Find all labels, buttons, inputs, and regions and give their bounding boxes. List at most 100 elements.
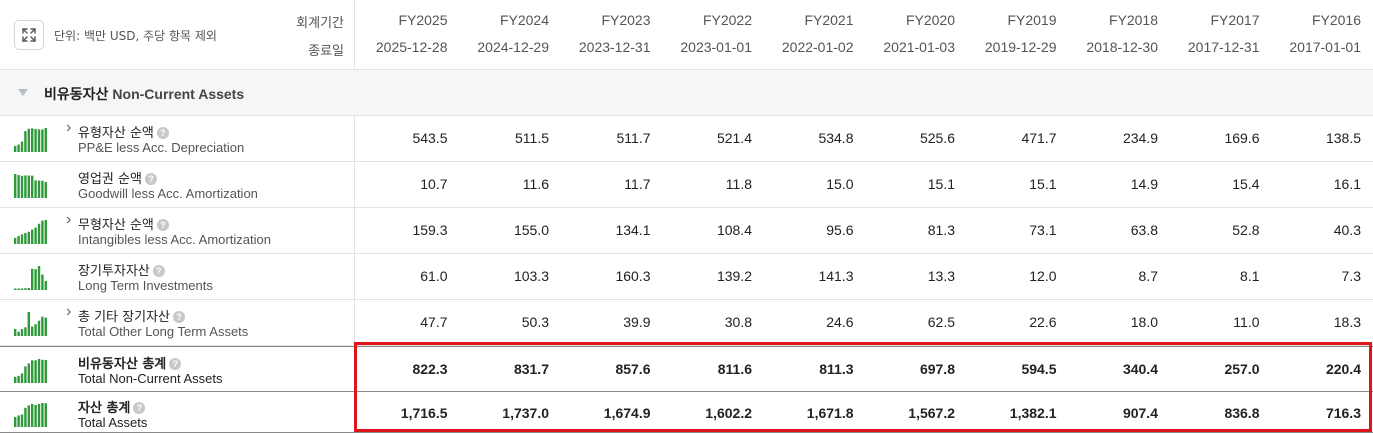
value-cell: 7.3 <box>1341 268 1361 284</box>
sparkline-bar <box>41 180 44 198</box>
row-label-cell: › 유형자산 순액? PP&E less Acc. Depreciation <box>0 116 355 161</box>
value-cell: 169.6 <box>1224 130 1260 146</box>
header-label-cell: 단위: 백만 USD, 주당 항목 제외 회계기간 종료일 <box>0 0 355 70</box>
value-cell: 13.3 <box>927 268 955 284</box>
end-date: 2023-01-01 <box>680 39 752 55</box>
header-column: FY2025 2025-12-28 <box>355 0 457 70</box>
value-cell: 521.4 <box>716 130 752 146</box>
question-circle-icon[interactable]: ? <box>173 311 185 323</box>
row-name-ko: 총 기타 장기자산? <box>78 306 185 325</box>
chevron-right-icon[interactable]: › <box>66 303 71 321</box>
sparkline-bar <box>24 288 27 290</box>
sparkline-bar <box>27 128 30 152</box>
chevron-right-icon[interactable]: › <box>66 119 71 137</box>
sparkline-bar <box>34 404 37 427</box>
value-cell: 47.7 <box>420 314 448 330</box>
question-circle-icon[interactable]: ? <box>144 173 157 185</box>
sparkline-bar <box>37 403 41 427</box>
table-row[interactable]: 영업권 순액? Goodwill less Acc. Amortization 10… <box>0 162 1373 208</box>
value-cell: 525.6 <box>919 130 955 146</box>
sparkline-bar <box>34 269 37 290</box>
question-circle-icon[interactable]: ? <box>156 219 169 231</box>
value-cell: 857.6 <box>615 361 651 377</box>
sparkline-bar <box>37 266 41 290</box>
value-cell: 11.0 <box>1233 314 1260 330</box>
end-date: 2019-12-29 <box>984 39 1057 55</box>
question-circle-icon[interactable]: ? <box>169 358 182 370</box>
end-date: 2018-12-30 <box>1086 39 1158 55</box>
row-label-cell: 자산 총계? Total Assets <box>0 392 355 432</box>
sparkline-bar <box>20 234 24 244</box>
fiscal-year: FY2021 <box>804 12 854 28</box>
chevron-right-icon[interactable]: › <box>66 211 71 229</box>
value-cell: 40.3 <box>1333 222 1361 238</box>
value-cell: 139.2 <box>716 268 752 284</box>
sparkline-bar <box>31 403 34 427</box>
row-name-en: Total Non-Current Assets <box>78 371 223 386</box>
value-cell: 61.0 <box>420 268 448 284</box>
triangle-down-icon[interactable] <box>18 89 28 96</box>
value-cell: 11.8 <box>725 176 752 192</box>
expand-button[interactable] <box>14 20 44 50</box>
sparkline-bar <box>31 360 34 383</box>
value-cell: 50.3 <box>521 314 549 330</box>
row-name-ko: 비유동자산 총계? <box>78 353 182 372</box>
sparkline-bar <box>24 366 27 383</box>
value-cell: 12.0 <box>1029 268 1057 284</box>
value-cell: 831.7 <box>513 361 549 377</box>
period-label: 회계기간 <box>296 16 344 31</box>
sparkline-bar <box>37 180 41 198</box>
table-row[interactable]: 비유동자산 총계? Total Non-Current Assets 822.3 83… <box>0 346 1373 392</box>
value-cell: 8.7 <box>1138 268 1158 284</box>
sparkline-bar <box>41 403 44 427</box>
row-name-en: Long Term Investments <box>78 278 213 293</box>
sparkline-bar <box>27 288 30 290</box>
end-date: 2023-12-31 <box>578 39 651 55</box>
table-row[interactable]: 장기투자자산? Long Term Investments 61.0 103.3 160… <box>0 254 1373 300</box>
sparkline-bar <box>34 180 37 198</box>
table-row[interactable]: › 무형자산 순액? Intangibles less Acc. Amortizat… <box>0 208 1373 254</box>
sparkline-bar <box>17 375 20 383</box>
sparkline-bar <box>37 223 41 244</box>
bar-sparkline-icon <box>14 266 47 290</box>
value-cell: 511.5 <box>515 130 549 146</box>
value-cell: 14.9 <box>1130 176 1158 192</box>
row-name-en: Total Assets <box>78 415 148 430</box>
value-cell: 63.8 <box>1130 222 1158 238</box>
value-cell: 39.9 <box>623 314 651 330</box>
header-column: FY2020 2021-01-03 <box>863 0 965 70</box>
value-cell: 836.8 <box>1224 405 1260 421</box>
section-non-current-assets[interactable]: 비유동자산 Non-Current Assets <box>0 70 1373 116</box>
value-cell: 811.3 <box>819 361 854 377</box>
value-cell: 62.5 <box>927 314 955 330</box>
bar-sparkline-icon <box>14 220 47 244</box>
value-cell: 15.1 <box>927 176 955 192</box>
row-label-cell: 영업권 순액? Goodwill less Acc. Amortization <box>0 162 355 207</box>
table-row[interactable]: 자산 총계? Total Assets 1,716.5 1,737.0 1,674.9 1… <box>0 392 1373 433</box>
value-cell: 141.3 <box>818 268 854 284</box>
question-circle-icon[interactable]: ? <box>133 402 146 414</box>
sparkline-bar <box>14 237 17 244</box>
fiscal-year: FY2023 <box>601 12 651 28</box>
sparkline-bar <box>24 232 27 244</box>
sparkline-bar <box>24 175 27 198</box>
value-cell: 1,602.2 <box>705 405 752 421</box>
value-cell: 108.4 <box>716 222 752 238</box>
table-row[interactable]: › 유형자산 순액? PP&E less Acc. Depreciation 543.… <box>0 116 1373 162</box>
sparkline-bar <box>44 359 47 383</box>
sparkline-bar <box>41 274 44 290</box>
table-row[interactable]: › 총 기타 장기자산? Total Other Long Term Assets 4… <box>0 300 1373 346</box>
question-circle-icon[interactable]: ? <box>156 127 169 139</box>
question-circle-icon[interactable]: ? <box>152 265 165 277</box>
value-cell: 1,671.8 <box>806 405 854 421</box>
value-cell: 8.1 <box>1240 268 1260 284</box>
value-cell: 340.4 <box>1122 361 1158 377</box>
end-date: 2024-12-29 <box>477 39 549 55</box>
sparkline-bar <box>44 317 47 336</box>
bar-sparkline-icon <box>14 403 47 427</box>
value-cell: 1,716.5 <box>400 405 448 421</box>
sparkline-bar <box>37 359 41 383</box>
sparkline-bar <box>27 312 30 336</box>
sparkline-bar <box>31 175 34 198</box>
value-cell: 257.0 <box>1224 361 1260 377</box>
